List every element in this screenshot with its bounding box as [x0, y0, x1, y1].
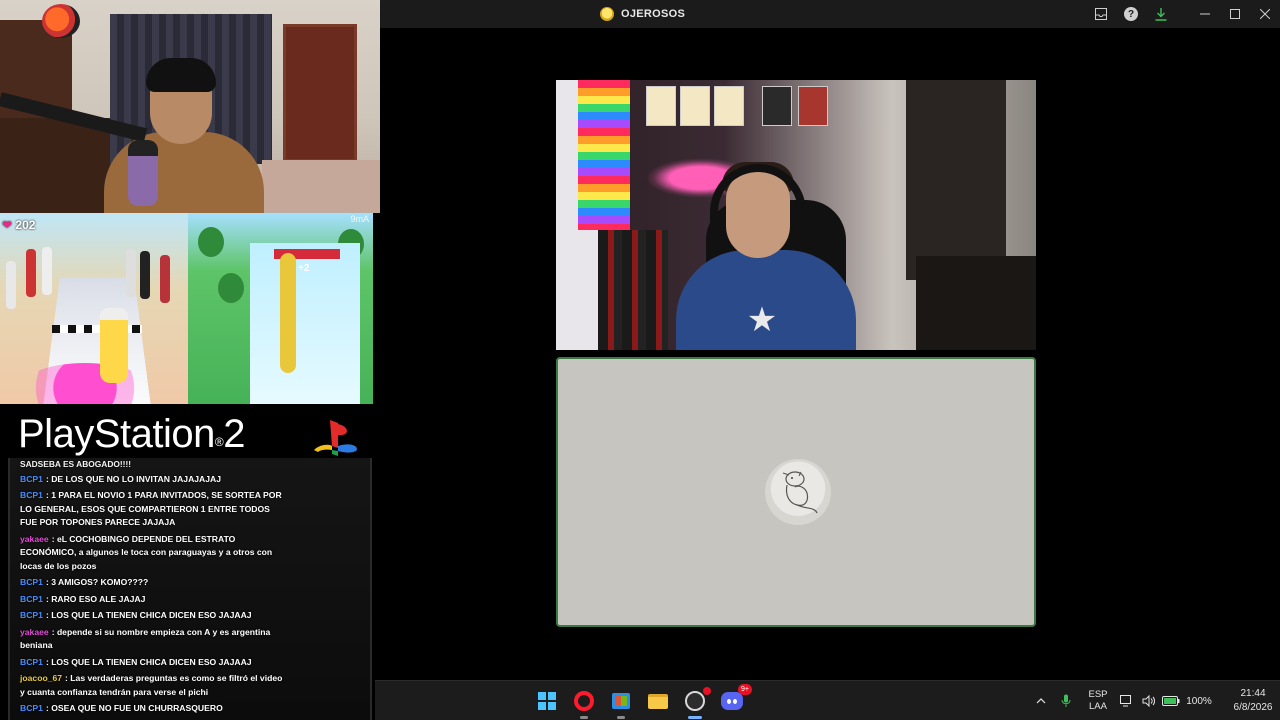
- language-indicator[interactable]: ESP LAA: [1080, 689, 1116, 713]
- download-icon[interactable]: [1146, 0, 1176, 28]
- rat-avatar-icon: [782, 471, 818, 514]
- recording-badge: [703, 687, 711, 695]
- chat-message: BCP1: LOS QUE LA TIENEN CHICA DICEN ESO …: [20, 656, 252, 667]
- mask-decoration: [42, 4, 80, 38]
- participant-tile-camera-off[interactable]: [556, 357, 1036, 627]
- help-icon[interactable]: ?: [1124, 7, 1138, 21]
- chat-text: OSEA QUE NO FUE UN CHURRASQUERO: [51, 703, 223, 713]
- hearts-counter: ❤ 202: [2, 218, 36, 232]
- discord-notification-badge: 9+: [738, 684, 752, 695]
- chat-text: eL COCHOBINGO DEPENDE DEL ESTRATO ECONÓM…: [20, 533, 273, 571]
- game-corner-label: 9mA: [350, 214, 369, 224]
- inbox-icon[interactable]: [1086, 0, 1116, 28]
- chat-text: 1 PARA EL NOVIO 1 PARA INVITADOS, SE SOR…: [20, 490, 282, 527]
- chat-username[interactable]: BCP1: [20, 594, 43, 604]
- minimize-icon[interactable]: [1190, 0, 1220, 28]
- streamer-webcam: [0, 0, 380, 213]
- windows-icon: [538, 692, 556, 710]
- obs-icon: [685, 691, 705, 711]
- chat-panel: SADSEBA ES ABOGADO!!!! BCP1: DE LOS QUE …: [8, 458, 372, 720]
- playstation-logo-text: PlayStation®2: [18, 412, 245, 456]
- app-window: OJEROSOS ? ★: [380, 0, 1280, 720]
- network-icon[interactable]: [1116, 695, 1138, 707]
- chat-message: BCP1: LOS QUE LA TIENEN CHICA DICEN ESO …: [20, 610, 252, 620]
- battery-percent: 100%: [1186, 695, 1212, 707]
- clock[interactable]: 21:44 6/8/2026: [1222, 687, 1280, 715]
- chat-text: LOS QUE LA TIENEN CHICA DICEN ESO JAJAAJ: [51, 610, 252, 620]
- game-panel-left: ❤ 202: [0, 213, 188, 404]
- discord-button[interactable]: 9+: [720, 684, 752, 713]
- chat-message: BCP1: 1 PARA EL NOVIO 1 PARA INVITADOS, …: [20, 490, 282, 527]
- chat-message: joacoo_67: Las verdaderas preguntas es c…: [20, 673, 283, 697]
- chat-text: DE LOS QUE NO LO INVITAN JAJAJAJAJ: [51, 473, 222, 484]
- discord-icon: [721, 692, 743, 710]
- window-title: OJEROSOS: [621, 8, 686, 20]
- file-explorer-button[interactable]: [646, 689, 670, 713]
- chat-username[interactable]: BCP1: [20, 703, 43, 713]
- folder-icon: [648, 693, 668, 709]
- gate-multiplier: +2: [298, 263, 310, 274]
- chat-message: BCP1: OSEA QUE NO FUE UN CHURRASQUERO: [20, 703, 223, 713]
- stream-overlay: ❤ 202 +2 9mA PlayStation®2 SADSEBA ES AB…: [0, 0, 380, 720]
- participant-video[interactable]: ★: [556, 80, 1036, 350]
- chat-header-line: SADSEBA ES ABOGADO!!!!: [20, 459, 132, 469]
- chat-text: 3 AMIGOS? KOMO????: [51, 577, 149, 587]
- chevron-up-icon[interactable]: [1030, 698, 1052, 704]
- chat-username[interactable]: yakaee: [20, 534, 49, 544]
- game-panel-right: +2 9mA: [188, 213, 373, 404]
- taskbar: 9+ ESP LAA 100% 21:44 6/8/2026: [375, 680, 1280, 720]
- volume-icon[interactable]: [1138, 695, 1160, 707]
- microsoft-store-button[interactable]: [609, 689, 633, 719]
- chat-username[interactable]: joacoo_67: [20, 673, 62, 683]
- system-tray: ESP LAA 100% 21:44 6/8/2026: [1030, 681, 1280, 720]
- close-icon[interactable]: [1250, 0, 1280, 28]
- opera-browser-button[interactable]: [572, 689, 596, 719]
- heart-icon: ❤: [2, 218, 13, 232]
- chat-username[interactable]: BCP1: [20, 474, 43, 484]
- chat-username[interactable]: BCP1: [20, 657, 43, 667]
- microphone: [128, 140, 158, 206]
- chat-text: RARO ESO ALE JAJAJ: [51, 593, 146, 604]
- chat-username[interactable]: BCP1: [20, 577, 43, 587]
- maximize-icon[interactable]: [1220, 0, 1250, 28]
- chat-message: BCP1: RARO ESO ALE JAJAJ: [20, 593, 146, 604]
- chat-message: BCP1: DE LOS QUE NO LO INVITAN JAJAJAJAJ: [20, 473, 222, 484]
- chat-username[interactable]: BCP1: [20, 610, 43, 620]
- obs-studio-button[interactable]: [683, 687, 711, 719]
- opera-icon: [574, 691, 594, 711]
- chat-text: depende si su nombre empieza con A y es …: [20, 626, 271, 651]
- windows-start-button[interactable]: [535, 689, 559, 713]
- star-shirt-emblem: ★: [746, 301, 778, 339]
- chat-message: BCP1: 3 AMIGOS? KOMO????: [20, 577, 149, 587]
- title-bar[interactable]: OJEROSOS ?: [380, 0, 1280, 28]
- battery-icon[interactable]: [1160, 696, 1182, 706]
- chat-message: yakaee: eL COCHOBINGO DEPENDE DEL ESTRAT…: [20, 533, 273, 571]
- chat-username[interactable]: BCP1: [20, 490, 43, 500]
- playstation-icon: [314, 420, 357, 456]
- microphone-icon[interactable]: [1052, 694, 1080, 708]
- chat-username[interactable]: yakaee: [20, 627, 49, 637]
- store-icon: [612, 693, 630, 709]
- app-logo-icon: [600, 7, 614, 21]
- chat-text: LOS QUE LA TIENEN CHICA DICEN ESO JAJAAJ: [51, 656, 252, 667]
- participant-avatar: [765, 459, 831, 525]
- chat-message: yakaee: depende si su nombre empieza con…: [20, 626, 271, 651]
